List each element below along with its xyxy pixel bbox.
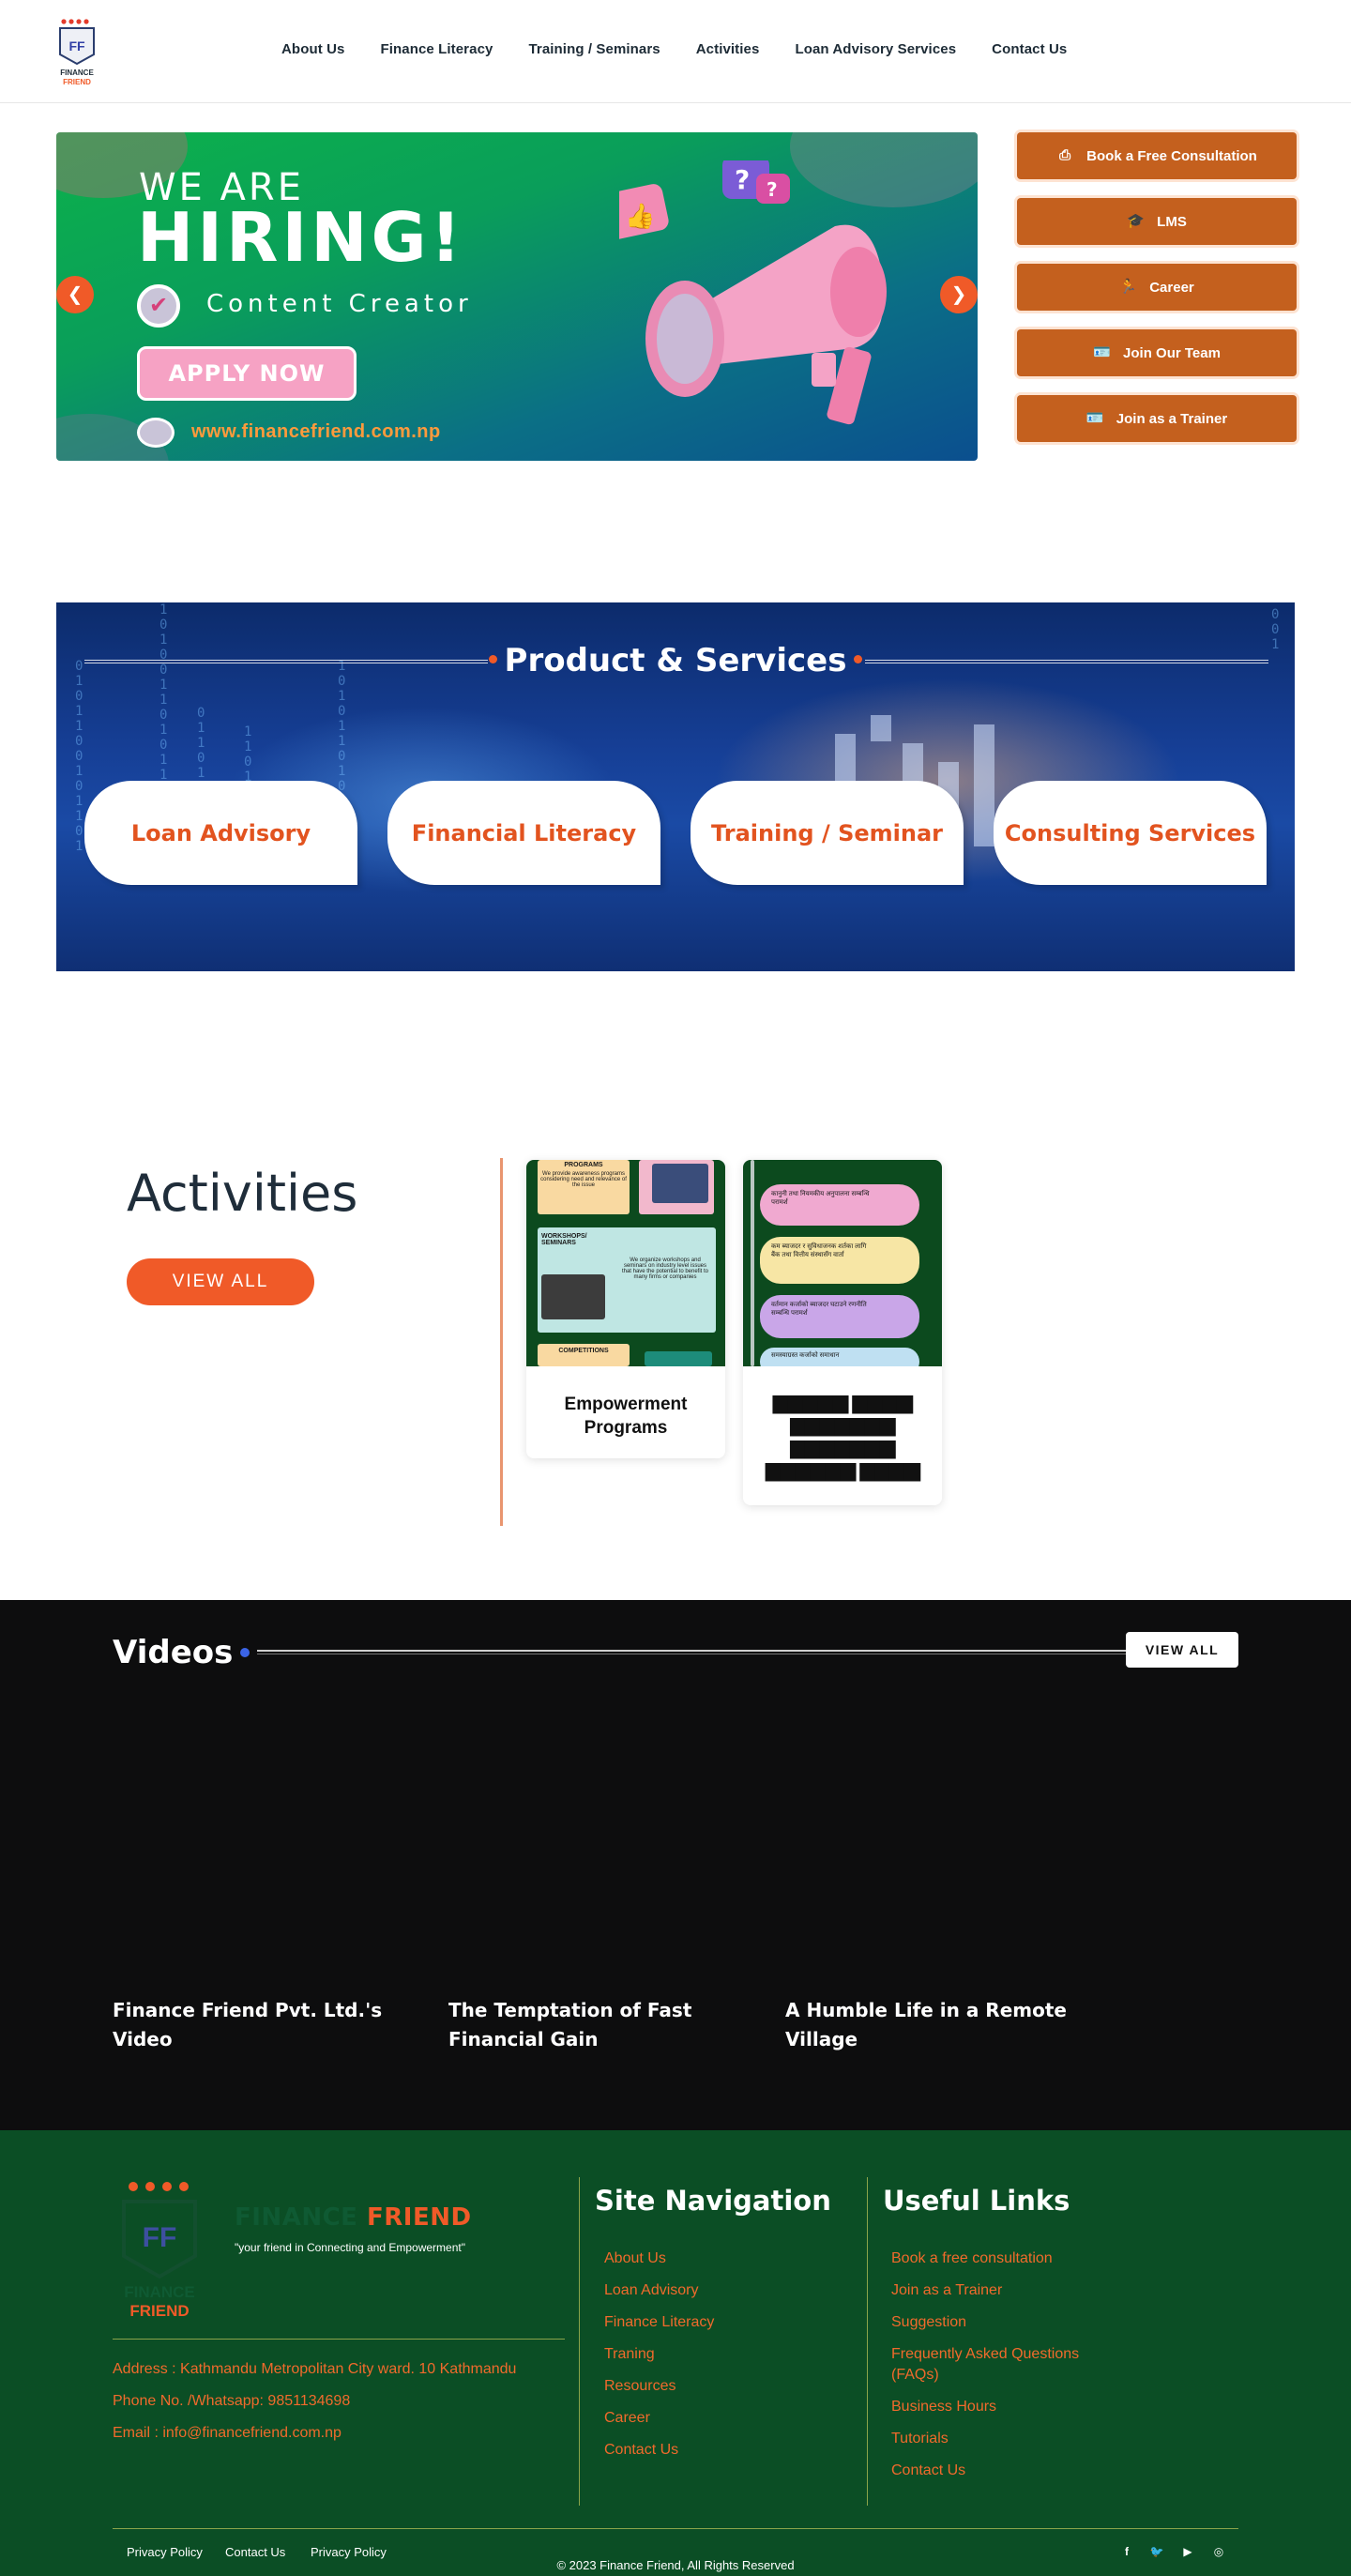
megaphone-illustration: 👍 ? ?: [619, 160, 887, 425]
footer-link-suggestion[interactable]: Suggestion: [891, 2312, 1126, 2333]
videos-title: Videos: [113, 1634, 234, 1671]
career-button[interactable]: 🏃 Career: [1017, 264, 1297, 311]
twitter-icon[interactable]: 🐦: [1148, 2543, 1165, 2560]
nav-finance-literacy[interactable]: Finance Literacy: [380, 41, 493, 57]
title-rule: [257, 1650, 1130, 1654]
carousel-prev-button[interactable]: ❮: [56, 276, 94, 313]
activity-card-title: ▆▆▆▆▆ ▆▆▆▆ ▆▆▆▆▆▆▆ ▆▆▆▆▆▆▆ ▆▆▆▆▆▆ ▆▆▆▆: [765, 1390, 920, 1481]
instagram-icon[interactable]: ◎: [1210, 2543, 1227, 2560]
quick-action-buttons: ⎙ Book a Free Consultation 🎓 LMS 🏃 Caree…: [1017, 132, 1297, 461]
useful-links-list: Book a free consultation Join as a Train…: [891, 2248, 1126, 2492]
activity-image: PROGRAMS We provide awareness programs c…: [526, 1160, 725, 1366]
privacy-policy-link[interactable]: Privacy Policy: [127, 2545, 203, 2559]
footer-link-career[interactable]: Career: [604, 2408, 714, 2429]
activity-image: कानुनी तथा नियमकीय अनुपालना सम्बन्धि परा…: [743, 1160, 942, 1366]
footer-tagline: "your friend in Connecting and Empowerme…: [235, 2241, 465, 2254]
activity-card[interactable]: कानुनी तथा नियमकीय अनुपालना सम्बन्धि परा…: [743, 1160, 942, 1505]
footer-phone[interactable]: Phone No. /Whatsapp: 9851134698: [113, 2393, 350, 2410]
svg-text:FRIEND: FRIEND: [129, 2302, 189, 2320]
activities-title: Activities: [127, 1164, 358, 1223]
youtube-icon[interactable]: ▶: [1179, 2543, 1196, 2560]
id-card-icon: 🪪: [1085, 410, 1104, 426]
footer-link-business-hours[interactable]: Business Hours: [891, 2397, 1126, 2417]
nav-contact-us[interactable]: Contact Us: [992, 41, 1067, 57]
activity-card-title: Empowerment Programs: [564, 1395, 688, 1438]
svg-text:FINANCE: FINANCE: [124, 2283, 195, 2301]
video-caption[interactable]: A Humble Life in a Remote Village: [785, 1996, 1104, 2054]
site-header: FF FINANCE FRIEND About Us Finance Liter…: [0, 0, 1351, 103]
video-caption[interactable]: Finance Friend Pvt. Ltd.'s Video: [113, 1996, 432, 2054]
logo-initials: FF: [68, 38, 85, 53]
svg-text:?: ?: [735, 164, 750, 195]
hero-url: www.financefriend.com.np: [191, 421, 441, 442]
title-dot: [488, 655, 497, 663]
footer-link-about-us[interactable]: About Us: [604, 2248, 714, 2269]
service-card-training-seminar[interactable]: Training / Seminar: [691, 781, 964, 885]
service-card-financial-literacy[interactable]: Financial Literacy: [387, 781, 660, 885]
book-free-consultation-button[interactable]: ⎙ Book a Free Consultation: [1017, 132, 1297, 179]
site-footer: FF FINANCE FRIEND FINANCE FRIEND "your f…: [0, 2130, 1351, 2576]
activity-card[interactable]: PROGRAMS We provide awareness programs c…: [526, 1160, 725, 1458]
contact-us-link[interactable]: Contact Us: [225, 2545, 285, 2559]
nav-training-seminars[interactable]: Training / Seminars: [528, 41, 660, 57]
svg-text:👍: 👍: [625, 202, 655, 230]
copyright: © 2023 Finance Friend, All Rights Reserv…: [556, 2558, 795, 2572]
videos-section: Videos VIEW ALL Finance Friend Pvt. Ltd.…: [0, 1600, 1351, 2130]
footer-link-faqs[interactable]: Frequently Asked Questions (FAQs): [891, 2344, 1126, 2385]
footer-link-contact-us[interactable]: Contact Us: [604, 2440, 714, 2461]
nav-about-us[interactable]: About Us: [281, 41, 344, 57]
footer-link-resources[interactable]: Resources: [604, 2376, 714, 2397]
svg-text:FF: FF: [143, 2222, 177, 2253]
footer-brand: FINANCE FRIEND: [235, 2203, 472, 2232]
svg-text:FINANCE: FINANCE: [60, 69, 94, 77]
title-dot: [240, 1648, 250, 1657]
id-card-icon: 🪪: [1093, 344, 1111, 360]
apply-now-button[interactable]: APPLY NOW: [137, 346, 357, 401]
check-icon: [137, 284, 180, 328]
title-dot: [854, 655, 863, 663]
mail-icon: [137, 418, 175, 448]
site-navigation-list: About Us Loan Advisory Finance Literacy …: [604, 2248, 714, 2472]
footer-address: Address : Kathmandu Metropolitan City wa…: [113, 2361, 517, 2377]
join-as-trainer-button[interactable]: 🪪 Join as a Trainer: [1017, 395, 1297, 442]
hero-banner-slide[interactable]: WE ARE HIRING! Content Creator APPLY NOW…: [56, 132, 978, 461]
finance-friend-logo[interactable]: FF FINANCE FRIEND: [53, 17, 101, 88]
footer-link-finance-literacy[interactable]: Finance Literacy: [604, 2312, 714, 2333]
footer-email[interactable]: Email : info@financefriend.com.np: [113, 2425, 342, 2442]
running-person-icon: 🏃: [1119, 279, 1137, 295]
footer-link-tutorials[interactable]: Tutorials: [891, 2429, 1126, 2449]
svg-text:?: ?: [767, 178, 778, 201]
facebook-icon[interactable]: f: [1118, 2543, 1135, 2560]
carousel-next-button[interactable]: ❯: [940, 276, 978, 313]
consultation-icon: ⎙: [1059, 147, 1071, 163]
footer-link-contact-us[interactable]: Contact Us: [891, 2461, 1126, 2481]
footer-logo[interactable]: FF FINANCE FRIEND: [113, 2179, 206, 2320]
nav-activities[interactable]: Activities: [696, 41, 760, 57]
footer-link-traning[interactable]: Traning: [604, 2344, 714, 2365]
privacy-policy-link[interactable]: Privacy Policy: [311, 2545, 387, 2559]
section-title: Product & Services: [56, 642, 1295, 679]
video-caption[interactable]: The Temptation of Fast Financial Gain: [448, 1996, 767, 2054]
join-our-team-button[interactable]: 🪪 Join Our Team: [1017, 329, 1297, 376]
footer-link-join-trainer[interactable]: Join as a Trainer: [891, 2280, 1126, 2301]
lms-button[interactable]: 🎓 LMS: [1017, 198, 1297, 245]
activities-view-all-button[interactable]: VIEW ALL: [127, 1258, 314, 1305]
videos-view-all-button[interactable]: VIEW ALL: [1126, 1632, 1238, 1668]
hero-role: Content Creator: [206, 290, 473, 318]
service-card-loan-advisory[interactable]: Loan Advisory: [84, 781, 357, 885]
hero-heading-line2: HIRING!: [137, 198, 465, 277]
nav-loan-advisory-services[interactable]: Loan Advisory Services: [795, 41, 956, 57]
footer-link-loan-advisory[interactable]: Loan Advisory: [604, 2280, 714, 2301]
product-services-section: 0101100101101 1010011010110010 011010110…: [56, 602, 1295, 971]
activities-divider: [500, 1158, 503, 1526]
footer-link-book-consultation[interactable]: Book a free consultation: [891, 2248, 1126, 2269]
main-nav: About Us Finance Literacy Training / Sem…: [281, 41, 1102, 57]
site-navigation-title: Site Navigation: [595, 2185, 831, 2217]
svg-text:FRIEND: FRIEND: [63, 78, 91, 86]
useful-links-title: Useful Links: [883, 2185, 1070, 2217]
service-card-consulting-services[interactable]: Consulting Services: [994, 781, 1267, 885]
graduation-icon: 🎓: [1127, 213, 1145, 229]
